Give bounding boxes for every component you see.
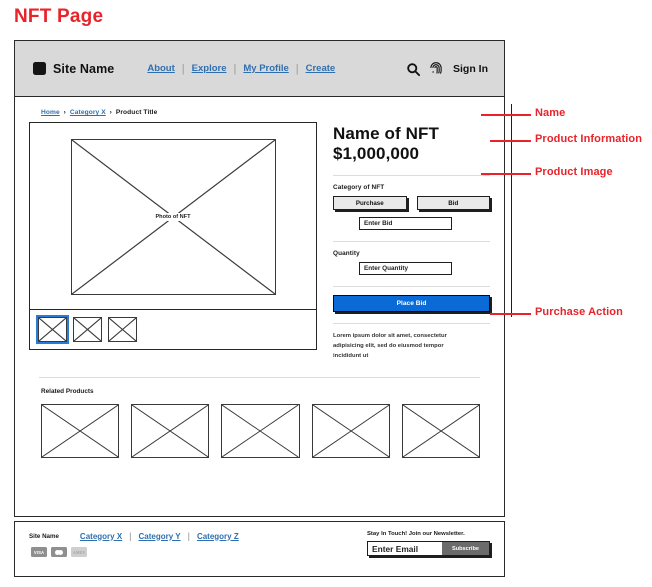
header-actions: Sign In <box>406 41 488 97</box>
nav-item-explore[interactable]: Explore <box>185 63 234 74</box>
page-body: Home › Category X › Product Title Photo … <box>15 97 504 516</box>
site-header: Site Name About | Explore | My Profile |… <box>15 41 504 97</box>
brand-name: Site Name <box>53 61 115 76</box>
nav-item-my-profile[interactable]: My Profile <box>236 63 295 74</box>
payment-icons: VISA AMEX <box>31 547 246 557</box>
nav-item-about[interactable]: About <box>140 63 181 74</box>
brand[interactable]: Site Name <box>33 62 114 76</box>
breadcrumb-separator: › <box>63 109 66 116</box>
breadcrumb: Home › Category X › Product Title <box>41 109 490 116</box>
related-product-4[interactable] <box>311 404 390 459</box>
primary-nav: About | Explore | My Profile | Create <box>140 63 342 75</box>
newsletter-form: Enter Email Subscribe <box>367 541 490 556</box>
footer-left: Site Name Category X | Category Y | Cate… <box>29 531 246 557</box>
newsletter-label: Stay In Touch! Join our Newsletter. <box>367 531 465 537</box>
newsletter: Stay In Touch! Join our Newsletter. Ente… <box>367 531 490 556</box>
product-name: Name of NFT <box>333 124 439 143</box>
annotation-label-product-image: Product Image <box>535 166 613 178</box>
amex-icon: AMEX <box>71 547 87 557</box>
footer-category-y[interactable]: Category Y <box>132 532 188 541</box>
annotation-label-purchase-action: Purchase Action <box>535 306 623 318</box>
breadcrumb-category[interactable]: Category X <box>70 109 106 116</box>
quantity-input[interactable]: Enter Quantity <box>359 262 452 276</box>
product-price: $1,000,000 <box>333 144 420 164</box>
quantity-label: Quantity <box>333 250 360 258</box>
bid-input[interactable]: Enter Bid <box>359 217 452 231</box>
related-product-5[interactable] <box>401 404 481 459</box>
annotation-guide-line <box>511 104 513 317</box>
annotation-leader-line <box>490 313 531 316</box>
purchase-mode-buttons: Purchase Bid <box>333 196 490 211</box>
related-products-grid <box>29 404 490 459</box>
purchase-button[interactable]: Purchase <box>333 196 407 211</box>
footer-categories: Category X | Category Y | Category Z <box>73 531 246 541</box>
breadcrumb-current: Product Title <box>115 109 158 116</box>
related-product-2[interactable] <box>131 404 210 459</box>
product-description: Lorem ipsum dolor sit amet, consectetur … <box>333 333 447 359</box>
breadcrumb-home[interactable]: Home <box>41 109 60 116</box>
product-image-placeholder[interactable]: Photo of NFT <box>70 139 276 295</box>
visa-icon: VISA <box>31 547 47 557</box>
wireframe-window: Site Name About | Explore | My Profile |… <box>14 40 505 517</box>
related-products-title: Related Products <box>41 388 94 396</box>
thumbnail-2[interactable] <box>73 317 102 342</box>
divider <box>39 377 480 379</box>
page-title: NFT Page <box>14 6 104 27</box>
thumbnail-strip <box>30 309 316 349</box>
place-bid-button[interactable]: Place Bid <box>333 295 490 313</box>
divider <box>333 286 490 288</box>
thumbnail-1[interactable] <box>36 315 69 344</box>
email-input[interactable]: Enter Email <box>368 542 442 555</box>
nav-item-create[interactable]: Create <box>299 63 343 74</box>
annotation-label-name: Name <box>535 107 566 119</box>
bid-button[interactable]: Bid <box>416 196 490 211</box>
product-gallery: Photo of NFT <box>29 122 317 350</box>
thumbnail-3[interactable] <box>108 317 137 342</box>
annotation-leader-line <box>490 140 531 143</box>
divider <box>333 241 490 243</box>
product-info: Name of NFT $1,000,000 Category of NFT P… <box>317 122 490 361</box>
screenshot-root: NFT Page Site Name About | Explore | My … <box>0 0 652 587</box>
breadcrumb-separator: › <box>109 109 112 116</box>
annotation-leader-line <box>481 173 531 176</box>
footer-site-name: Site Name <box>29 532 59 540</box>
fingerprint-icon[interactable] <box>429 61 443 77</box>
related-product-3[interactable] <box>221 404 300 459</box>
divider <box>333 175 490 177</box>
divider <box>333 323 490 325</box>
product-image-label: Photo of NFT <box>152 213 194 221</box>
product-section: Photo of NFT Name of NFT $1,000,000 Cate… <box>29 122 490 361</box>
site-footer: Site Name Category X | Category Y | Cate… <box>14 521 505 577</box>
annotation-leader-line <box>481 114 531 117</box>
subscribe-button[interactable]: Subscribe <box>442 542 489 555</box>
logo-icon <box>33 62 46 75</box>
category-label: Category of NFT <box>333 184 385 192</box>
related-product-1[interactable] <box>41 404 120 459</box>
main-photo-wrap: Photo of NFT <box>30 123 316 309</box>
search-icon[interactable] <box>406 62 421 77</box>
footer-category-z[interactable]: Category Z <box>190 532 246 541</box>
mastercard-icon <box>51 547 67 557</box>
footer-category-x[interactable]: Category X <box>73 532 129 541</box>
annotation-label-product-information: Product Information <box>535 133 643 145</box>
sign-in-button[interactable]: Sign In <box>453 63 488 75</box>
